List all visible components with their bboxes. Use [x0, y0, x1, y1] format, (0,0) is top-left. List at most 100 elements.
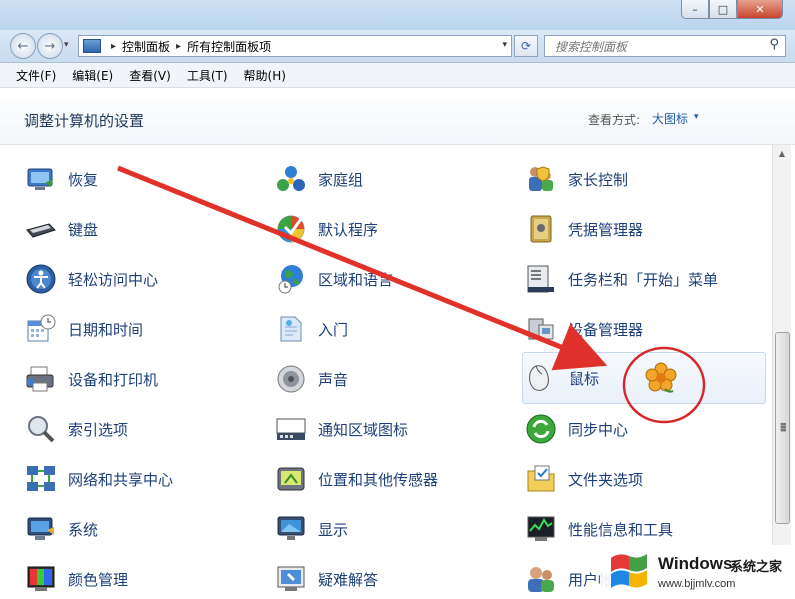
watermark-brand: Windows [658, 554, 733, 573]
item-label: 入门 [318, 320, 349, 339]
item-taskbar-start-menu[interactable]: 任务栏和「开始」菜单 [524, 259, 718, 299]
watermark-url: www.bjjmlv.com [658, 578, 736, 590]
item-troubleshooting[interactable]: 疑难解答 [274, 559, 378, 599]
item-sound[interactable]: 声音 [274, 359, 348, 399]
ease-of-access-icon [24, 262, 58, 296]
search-box[interactable]: ⚲ [544, 35, 786, 57]
grip-icon: ▬ ▬ ▬ [780, 420, 787, 434]
sound-icon [274, 362, 308, 396]
item-homegroup[interactable]: 家庭组 [274, 159, 363, 199]
breadcrumb-separator[interactable]: ▸ [176, 41, 181, 52]
item-region-language[interactable]: 区域和语言 [274, 259, 393, 299]
breadcrumb-separator[interactable]: ▸ [111, 41, 116, 52]
item-label: 索引选项 [68, 420, 129, 439]
recovery-icon [24, 162, 58, 196]
item-getting-started[interactable]: 入门 [274, 309, 348, 349]
refresh-button[interactable]: ⟳ [514, 35, 538, 57]
view-by-label: 查看方式: [588, 113, 641, 127]
address-dropdown-icon[interactable]: ▾ [502, 40, 507, 50]
item-label: 位置和其他传感器 [318, 470, 439, 489]
menu-bar: 文件(F) 编辑(E) 查看(V) 工具(T) 帮助(H) [0, 63, 795, 88]
forward-arrow-icon: → [44, 38, 56, 54]
breadcrumb-control-panel[interactable]: 控制面板 [122, 38, 170, 55]
item-label: 任务栏和「开始」菜单 [568, 270, 719, 289]
display-icon [274, 512, 308, 546]
location-sensors-icon [274, 462, 308, 496]
history-dropdown[interactable]: ▾ [64, 40, 69, 50]
window-controls: – □ ✕ [681, 0, 783, 19]
device-manager-icon [524, 312, 558, 346]
item-default-programs[interactable]: 默认程序 [274, 209, 378, 249]
region-language-icon [274, 262, 308, 296]
item-label: 鼠标 [569, 369, 600, 388]
date-time-icon [24, 312, 58, 346]
item-mouse[interactable]: 鼠标 [522, 352, 766, 404]
item-label: 性能信息和工具 [568, 520, 674, 539]
item-label: 区域和语言 [318, 270, 394, 289]
item-indexing-options[interactable]: 索引选项 [24, 409, 128, 449]
menu-help[interactable]: 帮助(H) [244, 67, 286, 84]
vertical-scrollbar[interactable]: ▲ ▬ ▬ ▬ [772, 145, 791, 545]
item-label: 设备和打印机 [68, 370, 159, 389]
item-label: 凭据管理器 [568, 220, 644, 239]
item-label: 键盘 [68, 220, 99, 239]
mouse-icon [525, 361, 559, 395]
item-recovery[interactable]: 恢复 [24, 159, 98, 199]
breadcrumb-all-items[interactable]: 所有控制面板项 [187, 38, 271, 55]
menu-file[interactable]: 文件(F) [16, 67, 56, 84]
item-credential-manager[interactable]: 凭据管理器 [524, 209, 643, 249]
close-button[interactable]: ✕ [737, 0, 783, 19]
item-device-manager[interactable]: 设备管理器 [524, 309, 643, 349]
item-display[interactable]: 显示 [274, 509, 348, 549]
item-notification-area[interactable]: 通知区域图标 [274, 409, 408, 449]
item-folder-options[interactable]: 文件夹选项 [524, 459, 643, 499]
notification-area-icon [274, 412, 308, 446]
item-label: 轻松访问中心 [68, 270, 159, 289]
item-label: 声音 [318, 370, 349, 389]
color-management-icon [24, 562, 58, 596]
item-keyboard[interactable]: 键盘 [24, 209, 98, 249]
search-input[interactable] [553, 37, 757, 57]
forward-button[interactable]: → [37, 33, 63, 59]
item-location-sensors[interactable]: 位置和其他传感器 [274, 459, 438, 499]
item-label: 系统 [68, 520, 99, 539]
menu-tools[interactable]: 工具(T) [187, 67, 228, 84]
item-label: 网络和共享中心 [68, 470, 174, 489]
item-system[interactable]: 系统 [24, 509, 98, 549]
item-label: 通知区域图标 [318, 420, 409, 439]
keyboard-icon [24, 212, 58, 246]
view-by-dropdown[interactable]: 大图标 [652, 110, 688, 127]
title-bar: – □ ✕ [0, 0, 795, 30]
item-label: 恢复 [68, 170, 99, 189]
chevron-down-icon[interactable]: ▾ [694, 112, 699, 122]
control-panel-icon [83, 39, 101, 53]
item-ease-of-access[interactable]: 轻松访问中心 [24, 259, 158, 299]
item-color-management[interactable]: 颜色管理 [24, 559, 128, 599]
parental-controls-icon [524, 162, 558, 196]
item-parental-controls[interactable]: 家长控制 [524, 159, 628, 199]
item-label: 显示 [318, 520, 349, 539]
item-network-sharing[interactable]: 网络和共享中心 [24, 459, 173, 499]
item-date-time[interactable]: 日期和时间 [24, 309, 143, 349]
devices-printers-icon [24, 362, 58, 396]
menu-view[interactable]: 查看(V) [129, 67, 171, 84]
item-sync-center[interactable]: 同步中心 [524, 409, 628, 449]
sync-center-icon [524, 412, 558, 446]
item-label: 日期和时间 [68, 320, 144, 339]
network-icon [24, 462, 58, 496]
item-performance[interactable]: 性能信息和工具 [524, 509, 673, 549]
getting-started-icon [274, 312, 308, 346]
item-label: 颜色管理 [68, 570, 129, 589]
back-arrow-icon: ← [17, 38, 29, 54]
scroll-up-icon[interactable]: ▲ [773, 149, 791, 158]
user-accounts-icon [524, 562, 558, 596]
item-devices-printers[interactable]: 设备和打印机 [24, 359, 158, 399]
menu-edit[interactable]: 编辑(E) [72, 67, 113, 84]
search-icon[interactable]: ⚲ [769, 37, 779, 52]
scrollbar-thumb[interactable]: ▬ ▬ ▬ [775, 332, 790, 524]
item-label: 设备管理器 [568, 320, 644, 339]
minimize-button[interactable]: – [681, 0, 709, 19]
back-button[interactable]: ← [10, 33, 36, 59]
address-bar[interactable]: ▸ 控制面板 ▸ 所有控制面板项 ▾ [78, 35, 512, 57]
maximize-button[interactable]: □ [709, 0, 737, 19]
